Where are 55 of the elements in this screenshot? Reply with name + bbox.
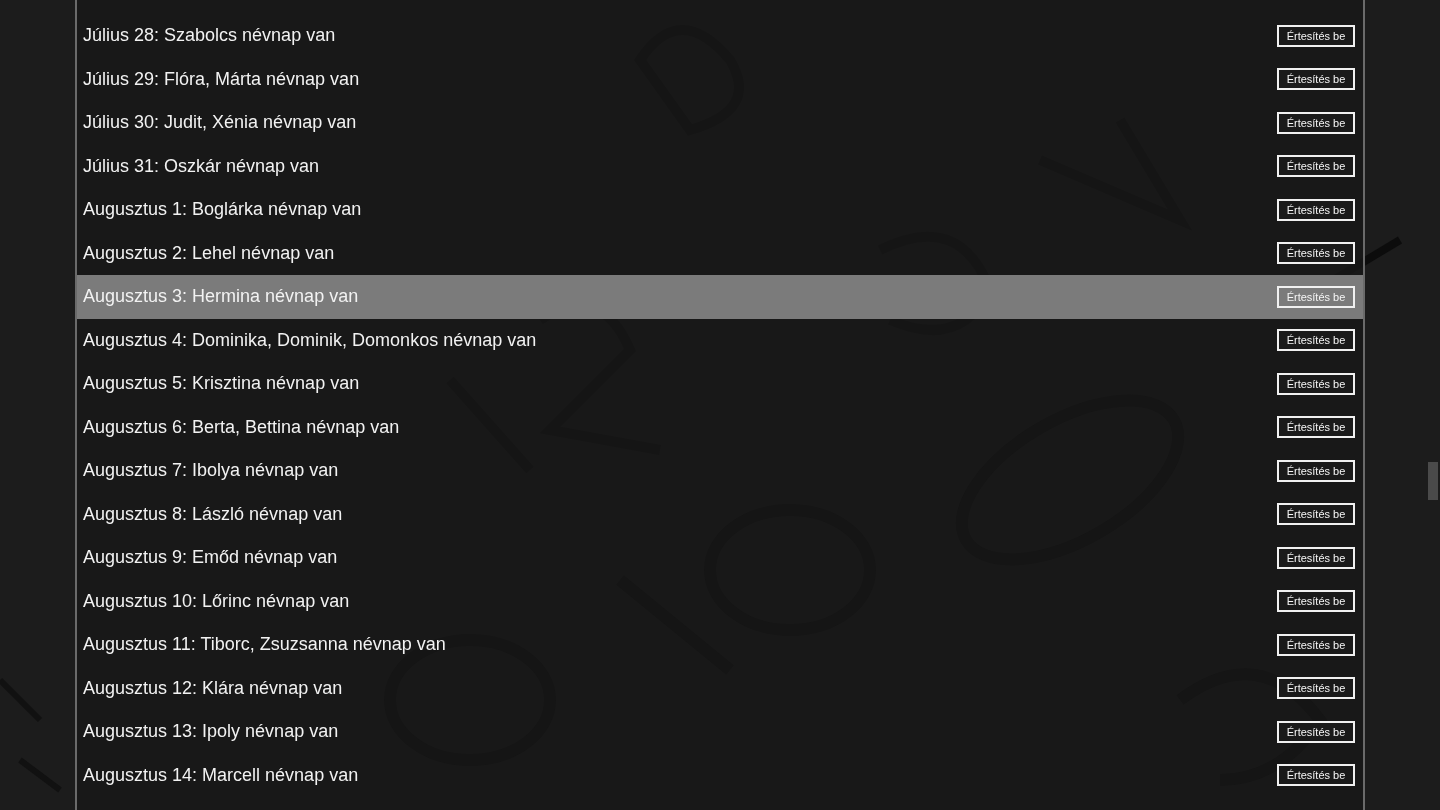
list-item[interactable]: Augusztus 10: Lőrinc névnap van Értesítés be <box>77 579 1363 623</box>
name-day-text: Augusztus 14: Marcell névnap van <box>83 764 359 786</box>
notification-button[interactable]: Értesítés be <box>1277 459 1355 482</box>
list-item[interactable]: Augusztus 12: Klára névnap van Értesítés be <box>77 666 1363 710</box>
list-item[interactable]: Július 29: Flóra, Márta névnap van Értesítés be <box>77 57 1363 101</box>
name-day-text: Augusztus 6: Berta, Bettina névnap van <box>83 416 400 438</box>
name-day-text: Július 31: Oszkár névnap van <box>83 155 320 177</box>
list-item[interactable]: Július 30: Judit, Xénia névnap van Értesítés be <box>77 101 1363 145</box>
notification-button[interactable]: Értesítés be <box>1277 155 1355 178</box>
list-item[interactable]: Július 31: Oszkár névnap van Értesítés be <box>77 144 1363 188</box>
notification-button[interactable]: Értesítés be <box>1277 372 1355 395</box>
list-item[interactable]: Augusztus 11: Tiborc, Zsuzsanna névnap van Értesítés be <box>77 623 1363 667</box>
notification-button[interactable]: Értesítés be <box>1277 503 1355 526</box>
list-item[interactable]: Augusztus 13: Ipoly névnap van Értesítés be <box>77 710 1363 754</box>
list-item[interactable]: Augusztus 6: Berta, Bettina névnap van Értesítés be <box>77 405 1363 449</box>
name-day-text: Augusztus 2: Lehel névnap van <box>83 242 335 264</box>
name-day-text: Augusztus 12: Klára névnap van <box>83 677 343 699</box>
scrollbar-thumb[interactable] <box>1428 462 1438 500</box>
notification-button[interactable]: Értesítés be <box>1277 111 1355 134</box>
list-item[interactable]: Augusztus 4: Dominika, Dominik, Domonkos névnap van Értesítés be <box>77 318 1363 362</box>
list-item[interactable]: Augusztus 2: Lehel névnap van Értesítés be <box>77 231 1363 275</box>
notification-button[interactable]: Értesítés be <box>1277 546 1355 569</box>
notification-button[interactable]: Értesítés be <box>1277 720 1355 743</box>
name-day-text: Augusztus 1: Boglárka névnap van <box>83 199 362 221</box>
list-item[interactable]: Augusztus 5: Krisztina névnap van Értesítés be <box>77 362 1363 406</box>
name-day-text: Július 28: Szabolcs névnap van <box>83 25 336 47</box>
name-day-text: Augusztus 8: László névnap van <box>83 503 343 525</box>
notification-button[interactable]: Értesítés be <box>1277 68 1355 91</box>
notification-button[interactable]: Értesítés be <box>1277 633 1355 656</box>
list-item[interactable]: Augusztus 9: Emőd névnap van Értesítés be <box>77 536 1363 580</box>
notification-button[interactable]: Értesítés be <box>1277 416 1355 439</box>
list-item[interactable]: Augusztus 3: Hermina névnap van Értesítés be <box>77 275 1363 319</box>
name-day-text: Augusztus 13: Ipoly névnap van <box>83 721 339 743</box>
name-day-text: Július 29: Flóra, Márta névnap van <box>83 68 360 90</box>
notification-button[interactable]: Értesítés be <box>1277 677 1355 700</box>
name-day-text: Augusztus 4: Dominika, Dominik, Domonkos névnap van <box>83 329 537 351</box>
notification-button[interactable]: Értesítés be <box>1277 198 1355 221</box>
list-item[interactable]: Július 28: Szabolcs névnap van Értesítés be <box>77 14 1363 58</box>
notification-button[interactable]: Értesítés be <box>1277 329 1355 352</box>
name-day-text: Augusztus 5: Krisztina névnap van <box>83 373 360 395</box>
list-item[interactable]: Augusztus 8: László névnap van Értesítés be <box>77 492 1363 536</box>
list-item[interactable]: Augusztus 7: Ibolya névnap van Értesítés be <box>77 449 1363 493</box>
name-day-text: Augusztus 11: Tiborc, Zsuzsanna névnap van <box>83 634 446 656</box>
notification-button[interactable]: Értesítés be <box>1277 764 1355 787</box>
name-day-text: Augusztus 10: Lőrinc névnap van <box>83 590 350 612</box>
name-day-text: Augusztus 7: Ibolya névnap van <box>83 460 339 482</box>
notification-button[interactable]: Értesítés be <box>1277 242 1355 265</box>
name-day-text: Július 30: Judit, Xénia névnap van <box>83 112 357 134</box>
notification-button[interactable]: Értesítés be <box>1277 285 1355 308</box>
list-item[interactable]: Augusztus 14: Marcell névnap van Értesítés be <box>77 753 1363 797</box>
notification-button[interactable]: Értesítés be <box>1277 590 1355 613</box>
notification-button[interactable]: Értesítés be <box>1277 24 1355 47</box>
name-day-text: Augusztus 3: Hermina névnap van <box>83 286 359 308</box>
list-item[interactable]: Augusztus 1: Boglárka névnap van Értesítés be <box>77 188 1363 232</box>
name-day-text: Augusztus 9: Emőd névnap van <box>83 547 338 569</box>
